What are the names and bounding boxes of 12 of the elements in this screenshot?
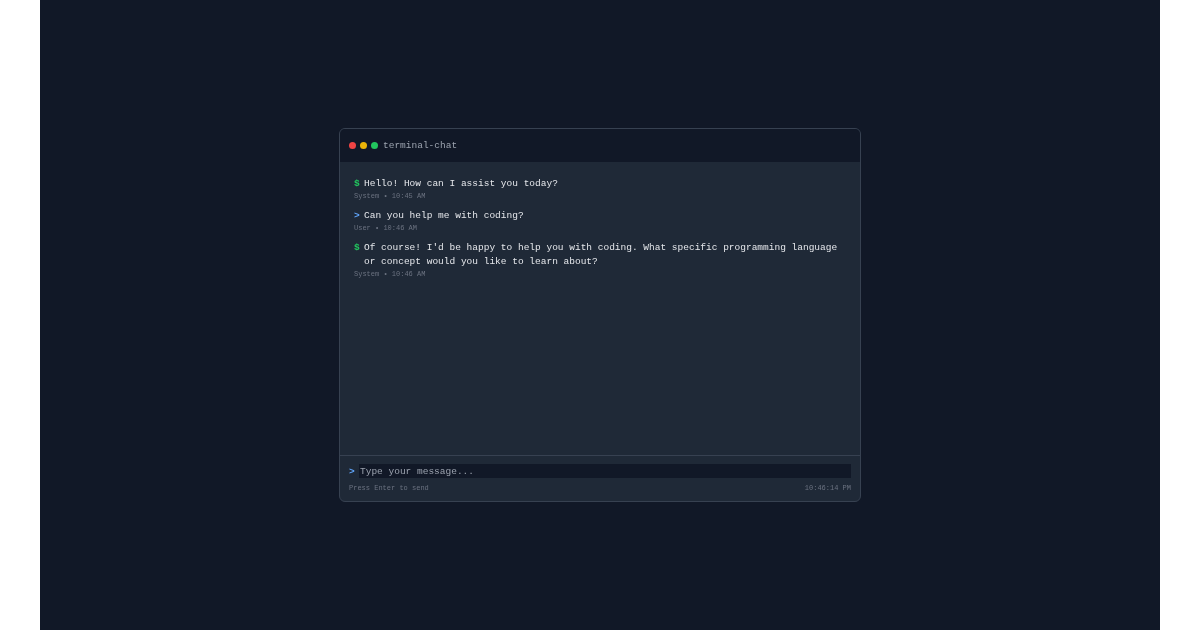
window-title: terminal-chat [383, 140, 458, 151]
close-dot-icon[interactable] [349, 142, 356, 149]
minimize-dot-icon[interactable] [360, 142, 367, 149]
message-text: Hello! How can I assist you today? [364, 177, 558, 191]
message-input[interactable]: Type your message... [359, 464, 851, 478]
message-text: Of course! I'd be happy to help you with coding. What specific programming language or concept would you like to learn about? [364, 241, 839, 269]
prompt-symbol: > [354, 209, 361, 223]
maximize-dot-icon[interactable] [371, 142, 378, 149]
prompt-symbol: > [349, 465, 356, 477]
prompt-symbol: $ [354, 241, 361, 255]
message-text: Can you help me with coding? [364, 209, 524, 223]
prompt-symbol: $ [354, 177, 361, 191]
